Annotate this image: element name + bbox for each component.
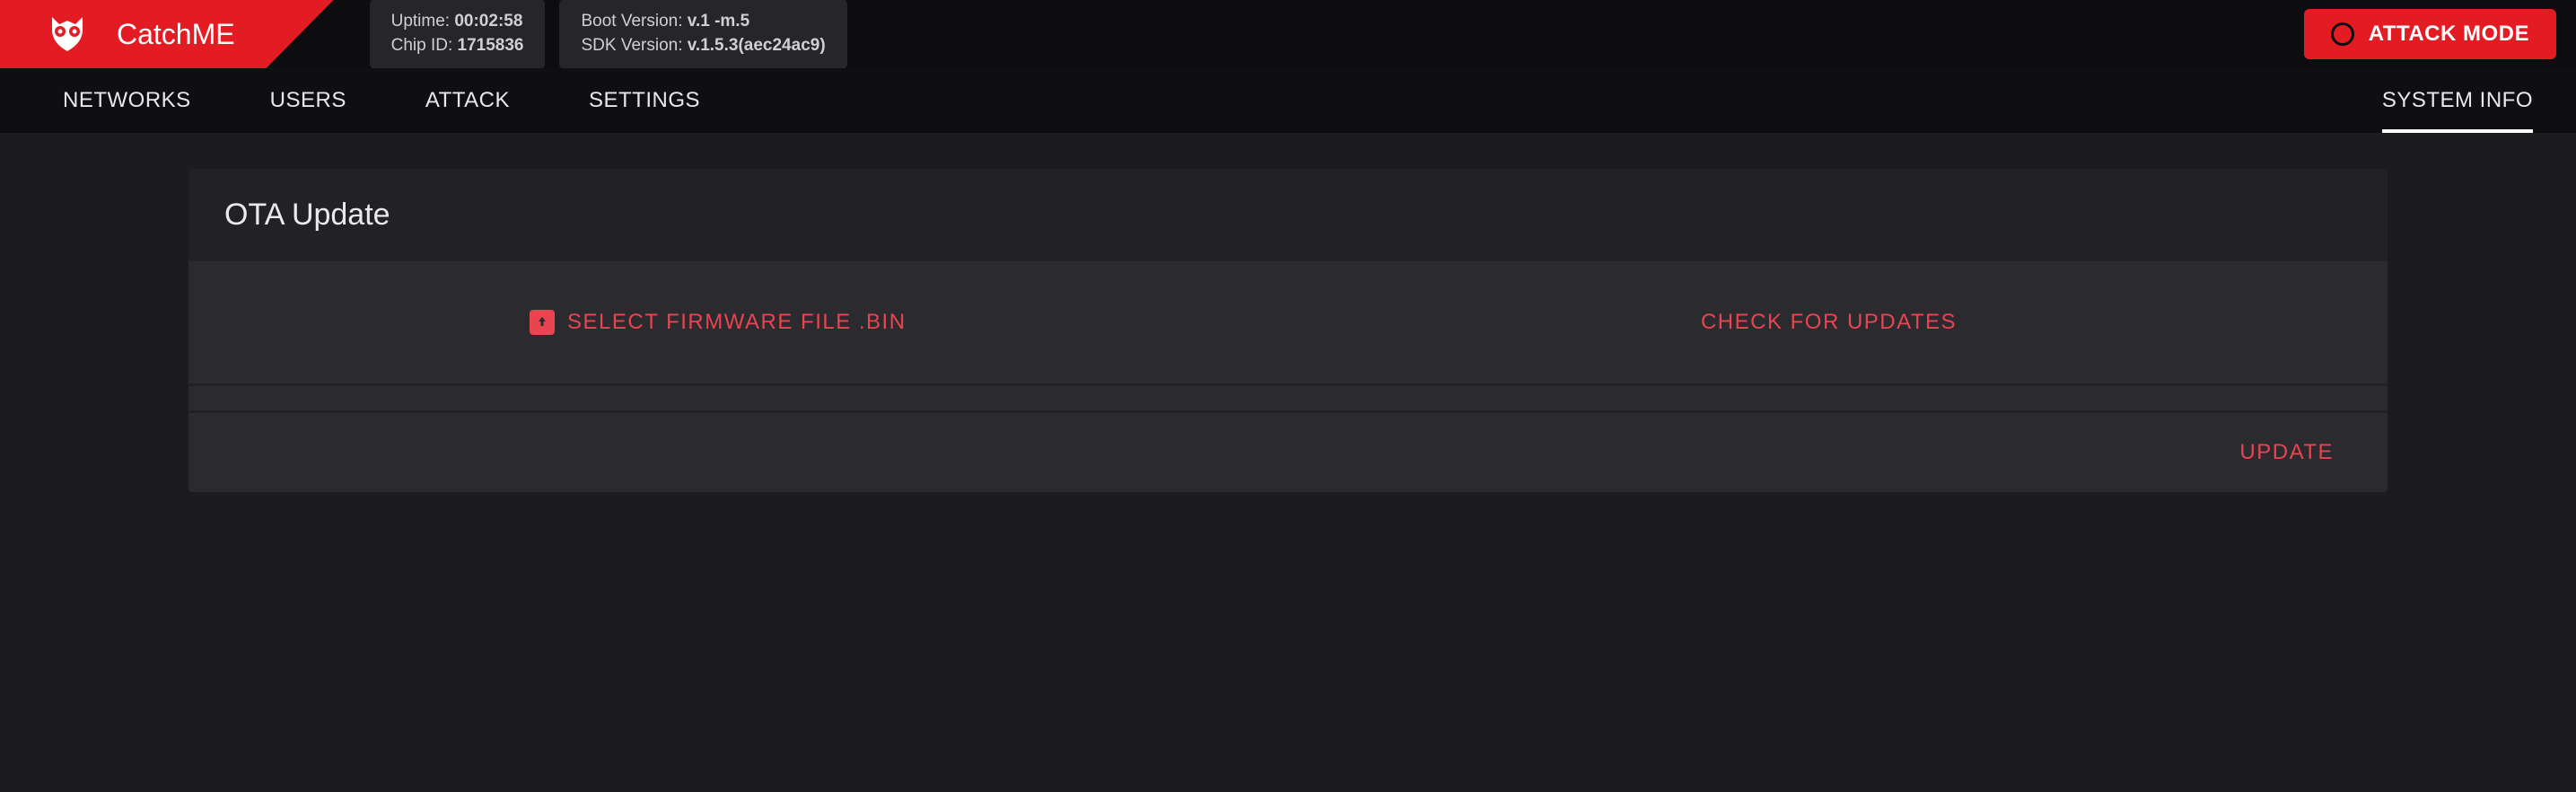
card-body: SELECT FIRMWARE FILE .BIN CHECK FOR UPDA…	[188, 261, 2388, 492]
boot-version-label: Boot Version:	[581, 12, 687, 31]
nav-bar: NETWORKS USERS ATTACK SETTINGS SYSTEM IN…	[0, 68, 2576, 133]
logo-section: CatchME	[0, 0, 334, 68]
sdk-version-value: v.1.5.3(aec24ac9)	[688, 36, 826, 55]
nav-attack[interactable]: ATTACK	[425, 68, 510, 133]
card-title: OTA Update	[188, 169, 2388, 261]
update-button[interactable]: UPDATE	[2239, 440, 2334, 464]
boot-version-value: v.1 -m.5	[688, 12, 749, 31]
spacer-row	[188, 386, 2388, 413]
nav-users[interactable]: USERS	[270, 68, 346, 133]
chip-id-value: 1715836	[458, 36, 524, 55]
ota-update-card: OTA Update SELECT FIRMWARE FILE .BIN CHE…	[188, 169, 2388, 492]
nav-settings[interactable]: SETTINGS	[589, 68, 700, 133]
top-bar: CatchME Uptime: 00:02:58 Chip ID: 171583…	[0, 0, 2576, 68]
chip-id-label: Chip ID:	[391, 36, 458, 55]
uptime-chip-pill: Uptime: 00:02:58 Chip ID: 1715836	[370, 0, 546, 69]
check-updates-button[interactable]: CHECK FOR UPDATES	[1396, 310, 2352, 335]
upload-icon	[530, 310, 555, 335]
info-pills: Uptime: 00:02:58 Chip ID: 1715836 Boot V…	[370, 0, 847, 69]
nav-system-info[interactable]: SYSTEM INFO	[2382, 68, 2533, 133]
owl-logo-icon	[45, 12, 90, 57]
content-area: OTA Update SELECT FIRMWARE FILE .BIN CHE…	[0, 133, 2576, 528]
circle-icon	[2331, 22, 2354, 46]
update-row: UPDATE	[188, 413, 2388, 492]
attack-mode-button[interactable]: ATTACK MODE	[2304, 9, 2556, 59]
uptime-value: 00:02:58	[454, 12, 522, 31]
app-title: CatchME	[117, 18, 235, 51]
select-firmware-button[interactable]: SELECT FIRMWARE FILE .BIN	[224, 310, 1396, 335]
action-row: SELECT FIRMWARE FILE .BIN CHECK FOR UPDA…	[188, 261, 2388, 386]
uptime-label: Uptime:	[391, 12, 455, 31]
sdk-version-label: SDK Version:	[581, 36, 687, 55]
nav-networks[interactable]: NETWORKS	[63, 68, 191, 133]
version-pill: Boot Version: v.1 -m.5 SDK Version: v.1.…	[559, 0, 846, 69]
select-firmware-label: SELECT FIRMWARE FILE .BIN	[567, 310, 907, 335]
attack-mode-label: ATTACK MODE	[2369, 22, 2529, 47]
